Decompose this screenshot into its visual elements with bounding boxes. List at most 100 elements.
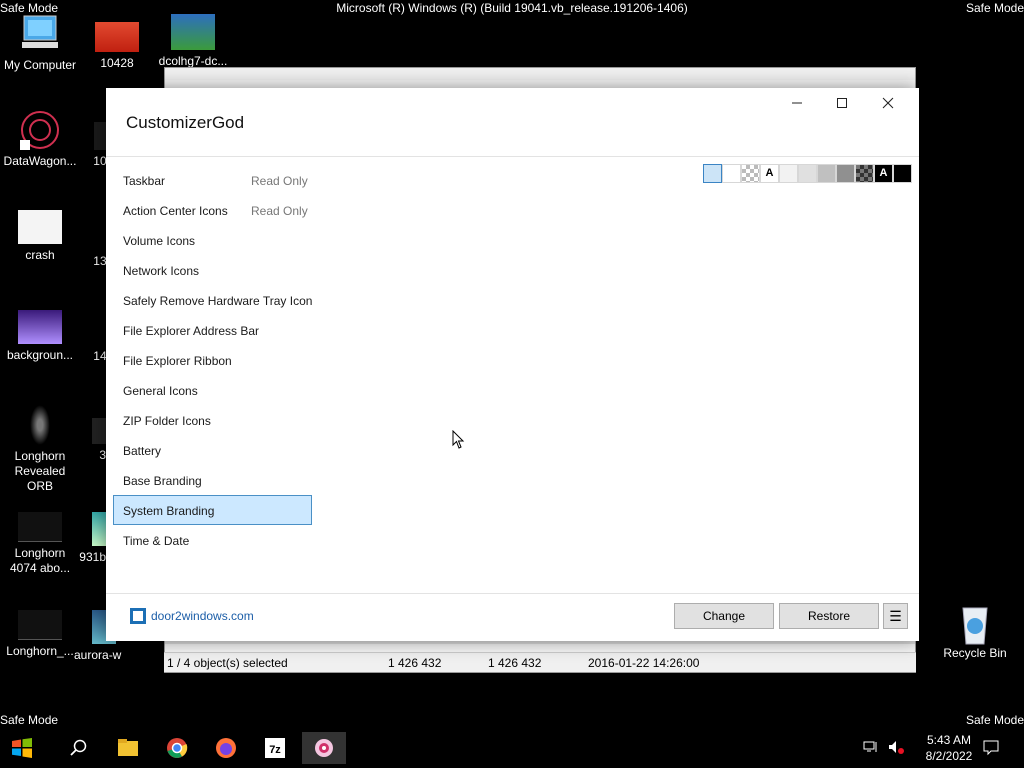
read-only-note: Read Only: [251, 174, 308, 188]
category-item[interactable]: Time & Date: [113, 525, 318, 555]
category-item-label: General Icons: [123, 384, 198, 398]
category-item[interactable]: File Explorer Ribbon: [113, 345, 318, 375]
taskbar: 7z 5:43 AM 8/2/2022: [0, 728, 1024, 768]
background-swatch[interactable]: [722, 164, 741, 183]
customizergod-taskbar-button[interactable]: [302, 732, 346, 764]
customizergod-icon: [315, 739, 333, 757]
menu-button[interactable]: ☰: [883, 603, 908, 629]
network-tray-icon[interactable]: [862, 738, 880, 756]
recycle-bin-icon: [953, 602, 997, 645]
file-explorer-taskbar-button[interactable]: [106, 732, 150, 764]
minimize-button[interactable]: [775, 92, 819, 118]
image-thumbnail-icon: [18, 610, 62, 640]
7zip-taskbar-button[interactable]: 7z: [253, 732, 297, 764]
category-item[interactable]: System Branding: [113, 495, 312, 525]
image-thumbnail-icon: [92, 512, 106, 546]
restore-button[interactable]: Restore: [779, 603, 879, 629]
category-item-label: Action Center Icons: [123, 204, 228, 218]
category-item-label: Network Icons: [123, 264, 200, 278]
desktop: Safe Mode Safe Mode Safe Mode Safe Mode …: [0, 0, 1024, 768]
background-swatch[interactable]: [798, 164, 817, 183]
notifications-button[interactable]: [982, 738, 1000, 756]
category-item-label: File Explorer Address Bar: [123, 324, 260, 338]
clock-time: 5:43 AM: [926, 733, 972, 747]
status-size: 1 426 432: [388, 656, 442, 670]
customizergod-window: CustomizerGod Taskbar Read Only Action Cen…: [106, 88, 919, 641]
category-item[interactable]: Taskbar Read Only: [113, 165, 318, 195]
category-item-label: ZIP Folder Icons: [123, 414, 211, 428]
category-item-label: Safely Remove Hardware Tray Icon: [123, 294, 313, 308]
status-date: 2016-01-22 14:26:00: [588, 656, 700, 670]
safe-mode-label: Safe Mode: [0, 713, 59, 727]
divider: [106, 156, 919, 157]
category-item[interactable]: ZIP Folder Icons: [113, 405, 318, 435]
category-item[interactable]: File Explorer Address Bar: [113, 315, 318, 345]
image-thumbnail-icon: [92, 418, 106, 444]
background-swatch[interactable]: A: [760, 164, 779, 183]
category-item[interactable]: Action Center Icons Read Only: [113, 195, 318, 225]
image-thumbnail-icon: [18, 210, 62, 244]
shortcut-icon: [18, 110, 62, 150]
close-icon: [882, 97, 894, 109]
background-swatch[interactable]: [893, 164, 912, 183]
svg-text:7z: 7z: [269, 744, 281, 756]
background-swatch[interactable]: [836, 164, 855, 183]
folder-icon: [118, 739, 138, 756]
firefox-taskbar-button[interactable]: [204, 732, 248, 764]
7zip-icon: 7z: [265, 738, 285, 758]
chrome-icon: [167, 738, 188, 758]
category-item[interactable]: Base Branding: [113, 465, 318, 495]
close-button[interactable]: [866, 92, 910, 118]
system-build-title: Microsoft (R) Windows (R) (Build 19041.v…: [336, 1, 688, 15]
category-item-label: Volume Icons: [123, 234, 196, 248]
desktop-icon-recycle-bin[interactable]: Recycle Bin: [935, 602, 1015, 661]
status-selection: 1 / 4 object(s) selected: [167, 656, 288, 670]
category-item-label: Taskbar: [123, 174, 166, 188]
category-item[interactable]: Network Icons: [113, 255, 318, 285]
category-item[interactable]: Safely Remove Hardware Tray Icon: [113, 285, 318, 315]
desktop-icon-my-computer[interactable]: My Computer: [0, 14, 80, 73]
volume-tray-icon[interactable]: [887, 738, 905, 756]
search-icon: [70, 739, 87, 756]
category-item[interactable]: Volume Icons: [113, 225, 318, 255]
notification-icon: [983, 740, 999, 756]
explorer-status-bar: 1 / 4 object(s) selected 1 426 432 1 426…: [164, 652, 916, 672]
background-swatch[interactable]: [779, 164, 798, 183]
image-thumbnail-icon: [18, 310, 62, 344]
background-swatch[interactable]: A: [874, 164, 893, 183]
volume-muted-icon: [889, 741, 904, 754]
background-swatch[interactable]: [817, 164, 836, 183]
network-icon: [863, 741, 877, 752]
image-thumbnail-icon: [18, 512, 62, 542]
category-item[interactable]: Battery: [113, 435, 318, 465]
desktop-icon-longhorn[interactable]: Longhorn_...: [0, 610, 80, 659]
background-swatch[interactable]: [855, 164, 874, 183]
computer-icon: [18, 14, 62, 54]
status-size: 1 426 432: [488, 656, 542, 670]
clock[interactable]: 5:43 AM 8/2/2022: [919, 732, 979, 764]
window-title: CustomizerGod: [126, 113, 245, 132]
desktop-icon-10428[interactable]: 10428: [77, 14, 157, 71]
mouse-cursor-icon: [452, 430, 465, 449]
search-button[interactable]: [56, 732, 100, 764]
maximize-button[interactable]: [820, 92, 864, 118]
desktop-icon-931b[interactable]: 931b: [60, 512, 106, 565]
background-swatch[interactable]: [741, 164, 760, 183]
desktop-icon-3[interactable]: 3: [60, 418, 106, 463]
safe-mode-label: Safe Mode: [965, 713, 1024, 727]
category-item-label: Time & Date: [123, 534, 190, 548]
image-thumbnail-icon: [95, 22, 139, 52]
change-button[interactable]: Change: [674, 603, 774, 629]
background-swatch[interactable]: [703, 164, 722, 183]
category-item-label: File Explorer Ribbon: [123, 354, 232, 368]
category-item[interactable]: General Icons: [113, 375, 318, 405]
windows-logo-icon: [12, 738, 32, 758]
chrome-taskbar-button[interactable]: [155, 732, 199, 764]
image-thumbnail-icon: [30, 405, 50, 445]
desktop-icon-dcolhg7[interactable]: dcolhg7-dc...: [153, 14, 233, 69]
start-button[interactable]: [0, 732, 44, 764]
clock-date: 8/2/2022: [925, 749, 973, 763]
firefox-icon: [216, 738, 236, 758]
explorer-items-count: 1 ite: [140, 646, 163, 660]
door2windows-link[interactable]: door2windows.com: [151, 609, 254, 623]
